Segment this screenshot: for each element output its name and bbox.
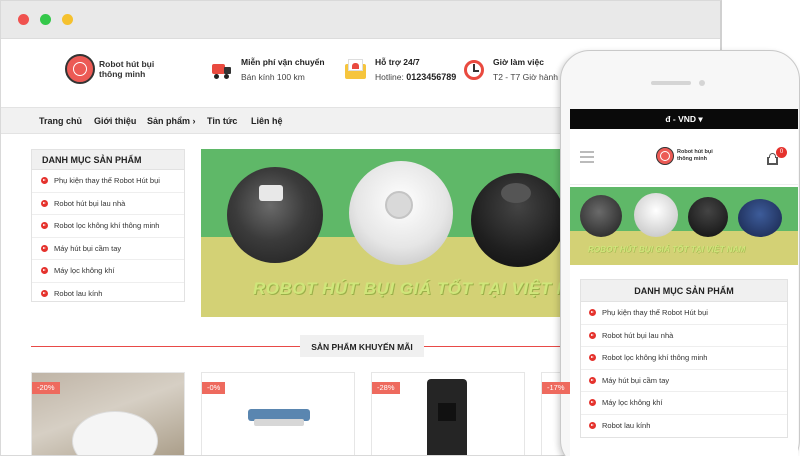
mail-icon bbox=[345, 59, 367, 81]
logo-text: Robot hút bụi thông minh bbox=[677, 149, 713, 162]
robot-vacuum-image bbox=[688, 197, 728, 237]
category-label: Phụ kiện thay thế Robot Hút bụi bbox=[602, 308, 708, 318]
mobile-phone-mockup: đ - VND ▾ Robot hút bụi thông minh 0 ROB… bbox=[560, 50, 800, 456]
category-title: DANH MỤC SẢN PHẨM bbox=[581, 280, 787, 302]
category-sidebar: DANH MỤC SẢN PHẨM Phụ kiện thay thế Robo… bbox=[31, 149, 185, 302]
category-item[interactable]: Máy lọc không khí bbox=[32, 260, 184, 283]
cart-count-badge: 0 bbox=[776, 147, 787, 158]
phone-camera bbox=[699, 80, 705, 86]
robot-vacuum-image bbox=[634, 193, 678, 237]
banner-slogan: ROBOT HÚT BỤI GIÁ TỐT TẠI VIỆT NAM bbox=[588, 245, 746, 254]
category-label: Robot hút bụi lau nhà bbox=[602, 330, 674, 340]
phone-speaker bbox=[651, 81, 691, 85]
nav-item-about[interactable]: Giới thiệu bbox=[94, 116, 136, 126]
browser-title-bar bbox=[1, 1, 720, 39]
site-logo[interactable]: Robot hút bụi thông minh bbox=[65, 54, 163, 84]
arrow-right-icon bbox=[589, 399, 596, 407]
logo-text: Robot hút bụi thông minh bbox=[99, 59, 155, 79]
shipping-info: Miễn phí vận chuyển Bán kính 100 km bbox=[211, 57, 325, 82]
robot-vacuum-image bbox=[738, 199, 782, 237]
discount-badge: -28% bbox=[372, 382, 400, 394]
hotline-line: Hotline: 0123456789 bbox=[375, 72, 456, 82]
arrow-right-icon bbox=[41, 244, 48, 252]
currency-selector[interactable]: đ - VND ▾ bbox=[570, 109, 798, 129]
robot-logo-icon bbox=[656, 147, 674, 165]
category-item[interactable]: Robot lọc không khí thông minh bbox=[32, 215, 184, 238]
category-label: Robot lau kính bbox=[602, 421, 651, 431]
category-label: Máy lọc không khí bbox=[54, 266, 115, 276]
clock-icon bbox=[463, 59, 485, 81]
category-label: Máy hút bụi cầm tay bbox=[54, 243, 122, 253]
robot-vacuum-image bbox=[349, 161, 453, 265]
category-label: Phụ kiện thay thế Robot Hút bụi bbox=[54, 176, 160, 186]
close-window-dot[interactable] bbox=[18, 14, 29, 25]
product-card[interactable]: -20% bbox=[31, 372, 185, 455]
arrow-right-icon bbox=[589, 376, 596, 384]
category-item[interactable]: Máy hút bụi cầm tay bbox=[581, 370, 787, 392]
mobile-site-logo[interactable]: Robot hút bụi thông minh bbox=[656, 147, 721, 165]
category-item[interactable]: Máy lọc không khí bbox=[581, 392, 787, 415]
hamburger-menu-icon[interactable] bbox=[580, 151, 594, 166]
product-card[interactable]: -0% bbox=[201, 372, 355, 455]
category-item[interactable]: Phụ kiện thay thế Robot Hút bụi bbox=[581, 302, 787, 325]
category-item[interactable]: Robot hút bụi lau nhà bbox=[32, 193, 184, 215]
category-item[interactable]: Robot lau kính bbox=[32, 283, 184, 306]
category-item[interactable]: Robot lau kính bbox=[581, 415, 787, 438]
hotline-number[interactable]: 0123456789 bbox=[406, 72, 456, 82]
nav-item-home[interactable]: Trang chủ bbox=[39, 116, 82, 126]
support-info: Hỗ trợ 24/7 Hotline: 0123456789 bbox=[345, 57, 456, 82]
category-label: Robot lọc không khí thông minh bbox=[54, 221, 160, 231]
arrow-right-icon bbox=[41, 177, 48, 185]
arrow-right-icon bbox=[41, 290, 48, 298]
truck-icon bbox=[211, 59, 233, 81]
robot-vacuum-image bbox=[227, 167, 323, 263]
support-title: Hỗ trợ 24/7 bbox=[375, 57, 420, 67]
category-label: Máy lọc không khí bbox=[602, 398, 663, 408]
arrow-right-icon bbox=[589, 354, 596, 362]
category-title: DANH MỤC SẢN PHẨM bbox=[32, 150, 184, 170]
hotline-label: Hotline: bbox=[375, 72, 404, 82]
minimize-window-dot[interactable] bbox=[62, 14, 73, 25]
robot-logo-icon bbox=[65, 54, 95, 84]
discount-badge: -0% bbox=[202, 382, 226, 394]
robot-vacuum-image bbox=[580, 195, 622, 237]
mobile-screen: đ - VND ▾ Robot hút bụi thông minh 0 ROB… bbox=[570, 109, 798, 456]
shipping-title: Miễn phí vận chuyển bbox=[241, 57, 325, 67]
nav-item-news[interactable]: Tin tức bbox=[207, 116, 237, 126]
discount-badge: -17% bbox=[542, 382, 570, 394]
category-label: Robot lọc không khí thông minh bbox=[602, 353, 708, 363]
promo-section-title: SẢN PHẨM KHUYẾN MÃI bbox=[300, 335, 424, 357]
discount-badge: -20% bbox=[32, 382, 60, 394]
category-item[interactable]: Máy hút bụi cầm tay bbox=[32, 238, 184, 260]
robot-vacuum-image bbox=[471, 173, 565, 267]
category-label: Robot hút bụi lau nhà bbox=[54, 198, 126, 208]
nav-item-products[interactable]: Sản phẩm › bbox=[147, 116, 196, 126]
category-label: Robot lau kính bbox=[54, 289, 103, 299]
cart-icon[interactable]: 0 bbox=[766, 147, 787, 167]
nav-item-contact[interactable]: Liên hệ bbox=[251, 116, 283, 126]
shipping-detail: Bán kính 100 km bbox=[241, 72, 305, 82]
category-item[interactable]: Robot lọc không khí thông minh bbox=[581, 347, 787, 370]
arrow-right-icon bbox=[589, 331, 596, 339]
arrow-right-icon bbox=[41, 199, 48, 207]
category-item[interactable]: Phụ kiện thay thế Robot Hút bụi bbox=[32, 170, 184, 193]
category-item[interactable]: Robot hút bụi lau nhà bbox=[581, 325, 787, 347]
mobile-hero-banner[interactable]: ROBOT HÚT BỤI GIÁ TỐT TẠI VIỆT NAM bbox=[570, 187, 798, 265]
product-card[interactable]: -28% bbox=[371, 372, 525, 455]
arrow-right-icon bbox=[41, 267, 48, 275]
mobile-category-list: DANH MỤC SẢN PHẨM Phụ kiện thay thế Robo… bbox=[580, 279, 788, 438]
arrow-right-icon bbox=[589, 422, 596, 430]
category-label: Máy hút bụi cầm tay bbox=[602, 375, 670, 385]
maximize-window-dot[interactable] bbox=[40, 14, 51, 25]
mobile-header: Robot hút bụi thông minh 0 bbox=[570, 129, 798, 185]
arrow-right-icon bbox=[41, 222, 48, 230]
banner-slogan: ROBOT HÚT BỤI GIÁ TỐT TẠI VIỆT NAM bbox=[253, 279, 597, 298]
arrow-right-icon bbox=[589, 309, 596, 317]
